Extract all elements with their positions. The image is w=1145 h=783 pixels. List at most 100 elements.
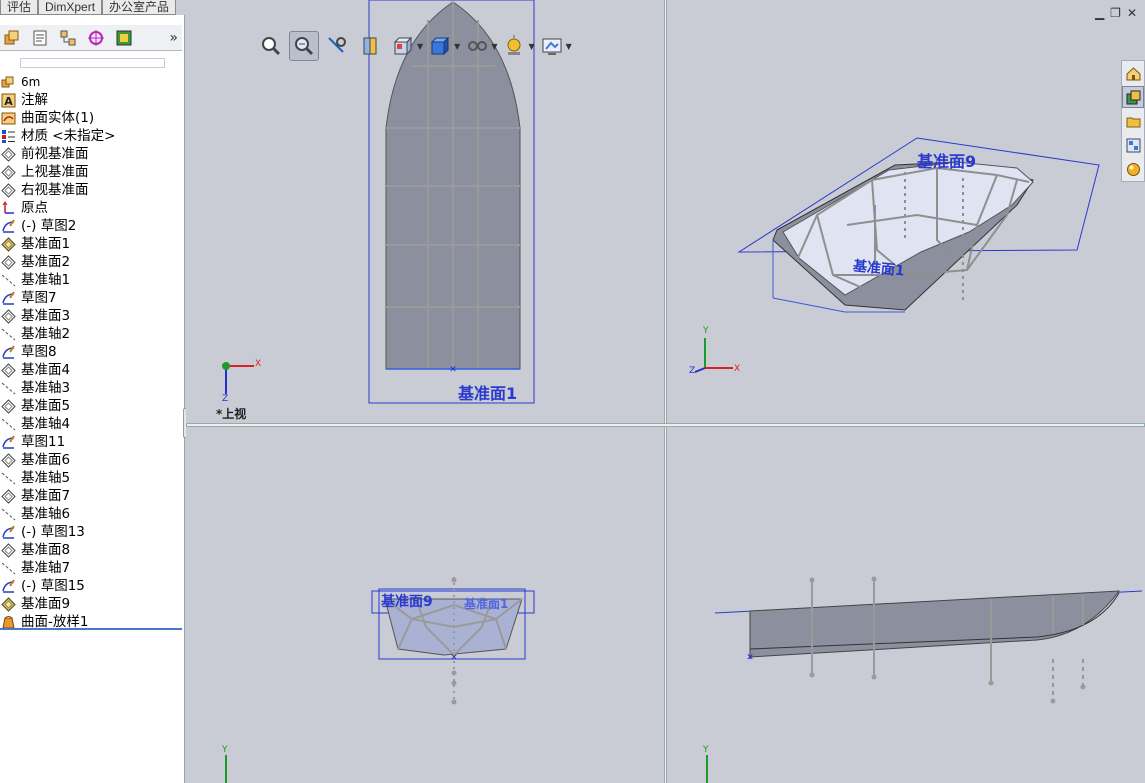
tree-item[interactable]: 上视基准面 <box>0 163 182 181</box>
property-manager-tab[interactable] <box>28 27 52 49</box>
chevron-down-icon[interactable]: ▼ <box>454 42 460 51</box>
view-orientation-button[interactable] <box>388 31 418 61</box>
tree-item-label: 草图7 <box>21 290 57 306</box>
plane-icon <box>0 488 16 504</box>
tree-item[interactable]: 右视基准面 <box>0 181 182 199</box>
tree-item-label: 右视基准面 <box>21 182 89 198</box>
close-icon[interactable]: ✕ <box>1127 6 1137 20</box>
plane-label-9: 基准面9 <box>381 594 433 610</box>
home-button[interactable] <box>1122 62 1144 84</box>
sketch-icon <box>0 290 16 306</box>
display-manager-tab[interactable] <box>112 27 136 49</box>
design-library-icon <box>1126 90 1140 104</box>
plane-label-1: 基准面1 <box>464 597 509 611</box>
hide-show-items-icon <box>468 41 488 51</box>
tree-item[interactable]: 基准轴1 <box>0 271 182 289</box>
configuration-manager-tab[interactable] <box>56 27 80 49</box>
origin-marker: ✕ <box>746 653 754 663</box>
chevron-down-icon[interactable]: ▼ <box>528 42 534 51</box>
tree-item[interactable]: 基准面2 <box>0 253 182 271</box>
tab-dimxpert[interactable]: DimXpert <box>38 0 103 15</box>
chevron-down-icon[interactable]: ▼ <box>417 42 423 51</box>
dimxpert-manager-tab[interactable] <box>84 27 108 49</box>
edit-appearance-icon <box>507 35 521 55</box>
tab-office-products[interactable]: 办公室产品 <box>102 0 177 15</box>
tab-evaluate[interactable]: 评估 <box>0 0 39 15</box>
tree-item-label: 基准面6 <box>21 452 71 468</box>
view-palette-icon <box>1126 138 1140 152</box>
previous-view-icon <box>328 37 346 53</box>
tree-item[interactable]: 基准轴4 <box>0 415 182 433</box>
tree-item[interactable]: 基准面1 <box>0 235 182 253</box>
tree-item[interactable]: 基准轴5 <box>0 469 182 487</box>
viewport-front[interactable]: ✕ 基准面9 基准面1 Y <box>186 427 664 783</box>
axis-icon <box>0 380 16 396</box>
tree-item-label: 基准面5 <box>21 398 71 414</box>
chevron-down-icon[interactable]: ▼ <box>566 42 572 51</box>
tree-item[interactable]: 基准面4 <box>0 361 182 379</box>
zoom-to-area-icon <box>295 37 314 56</box>
tree-item[interactable]: 前视基准面 <box>0 145 182 163</box>
plane-icon <box>0 362 16 378</box>
hide-show-items-button[interactable] <box>462 31 492 61</box>
restore-icon[interactable]: ❐ <box>1110 6 1121 20</box>
tree-item-label: 上视基准面 <box>21 164 89 180</box>
previous-view-button[interactable] <box>322 31 352 61</box>
right-view-scene: ✕ <box>706 576 1143 783</box>
tree-filter-input[interactable] <box>20 58 165 68</box>
tree-item[interactable]: 原点 <box>0 199 182 217</box>
heads-up-view-toolbar: ▼ ▼ ▼ ▼ ▼ <box>256 30 574 62</box>
tree-item-label: 基准轴2 <box>21 326 71 342</box>
apply-scene-button[interactable] <box>537 31 567 61</box>
viewport-top[interactable]: ✕ X Z 基准面1 *上视 <box>186 0 664 423</box>
tree-item[interactable]: (-) 草图15 <box>0 577 182 595</box>
tree-item[interactable]: 基准面6 <box>0 451 182 469</box>
minimize-icon[interactable]: ▁ <box>1095 6 1104 20</box>
control-point <box>871 576 877 582</box>
tree-item[interactable]: A 注解 <box>0 91 182 109</box>
tree-item-label: 基准轴7 <box>21 560 71 576</box>
chevron-down-icon[interactable]: ▼ <box>491 42 497 51</box>
tree-item[interactable]: 草图8 <box>0 343 182 361</box>
viewport-right[interactable]: ✕ Y <box>667 427 1145 783</box>
panel-more-button[interactable]: » <box>169 30 178 46</box>
rollback-bar[interactable] <box>0 628 182 630</box>
edit-appearance-button[interactable] <box>499 31 529 61</box>
section-view-button[interactable] <box>355 31 385 61</box>
tree-root[interactable]: 6m <box>0 73 182 91</box>
plane-selected-icon <box>0 236 16 252</box>
sketch-icon <box>0 524 16 540</box>
tree-item[interactable]: 曲面实体(1) <box>0 109 182 127</box>
view-palette-button[interactable] <box>1122 134 1144 156</box>
tree-item[interactable]: 基准轴2 <box>0 325 182 343</box>
tree-item[interactable]: 基准轴3 <box>0 379 182 397</box>
display-style-button[interactable] <box>425 31 455 61</box>
design-library-button[interactable] <box>1122 86 1144 108</box>
tree-item[interactable]: 基准轴6 <box>0 505 182 523</box>
feature-manager-tab[interactable] <box>0 27 24 49</box>
tree-item[interactable]: 基准轴7 <box>0 559 182 577</box>
viewport-isometric[interactable]: 基准面9 基准面1 Y X Z ▁ ❐ ✕ <box>667 0 1145 423</box>
tree-item[interactable]: (-) 草图13 <box>0 523 182 541</box>
tree-item[interactable]: 基准面5 <box>0 397 182 415</box>
origin-marker: ✕ <box>450 653 458 663</box>
tree-item[interactable]: 基准面8 <box>0 541 182 559</box>
view-orientation-icon <box>393 36 413 56</box>
task-pane <box>1121 60 1145 182</box>
display-manager-icon <box>116 30 132 45</box>
tree-item[interactable]: 材质 <未指定> <box>0 127 182 145</box>
part-icon <box>0 74 16 90</box>
tree-item[interactable]: 基准面7 <box>0 487 182 505</box>
tree-item[interactable]: (-) 草图2 <box>0 217 182 235</box>
tree-item[interactable]: 基准面3 <box>0 307 182 325</box>
zoom-to-fit-button[interactable] <box>256 31 286 61</box>
zoom-to-area-button[interactable] <box>289 31 319 61</box>
axis-icon <box>0 326 16 342</box>
isometric-scene <box>694 137 1100 373</box>
tree-item[interactable]: 基准面9 <box>0 595 182 613</box>
appearances-button[interactable] <box>1122 158 1144 180</box>
tree-item-label: (-) 草图13 <box>21 524 85 540</box>
tree-item[interactable]: 草图11 <box>0 433 182 451</box>
file-explorer-button[interactable] <box>1122 110 1144 132</box>
tree-item[interactable]: 草图7 <box>0 289 182 307</box>
